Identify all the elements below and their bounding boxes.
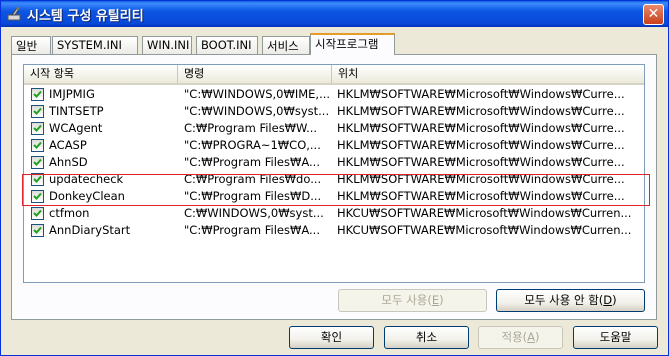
checkmark-icon	[33, 90, 42, 98]
highlight-box	[22, 174, 650, 206]
startup-item-command: C:₩Program Files₩W...	[184, 121, 318, 135]
tab-label: BOOT.INI	[201, 38, 252, 52]
list-item[interactable]: AnnDiaryStart "C:₩Program Files₩A... HKCU₩…	[24, 222, 644, 239]
list-item[interactable]: ctfmon C:₩WINDOWS,0₩syst... HKCU₩SOFTWARE₩…	[24, 205, 644, 222]
list-item[interactable]: TINTSETP "C:₩WINDOWS,0₩syst... HKLM₩SOFTWA…	[24, 103, 644, 120]
startup-item-command: "C:₩WINDOWS,0₩IME,...	[184, 87, 329, 101]
startup-item-name: ctfmon	[49, 206, 90, 220]
tab-label: SYSTEM.INI	[57, 38, 122, 52]
checkbox[interactable]	[31, 122, 44, 135]
list-item[interactable]: IMJPMIG "C:₩WINDOWS,0₩IME,... HKLM₩SOFTWAR…	[24, 86, 644, 103]
button-hotkey: A	[527, 330, 536, 344]
checkbox[interactable]	[31, 105, 44, 118]
tab-label: WIN.INI	[147, 38, 190, 52]
button-label: 모두 사용 안 함(	[524, 293, 604, 307]
startup-item-command: "C:₩PROGRA~1₩CO,...	[184, 138, 321, 152]
startup-item-location: HKLM₩SOFTWARE₩Microsoft₩Windows₩Curre...	[337, 87, 625, 101]
button-label: 취소	[415, 330, 438, 344]
button-label-tail: )	[439, 293, 444, 307]
list-item[interactable]: ACASP "C:₩PROGRA~1₩CO,... HKLM₩SOFTWARE₩Mi…	[24, 137, 644, 154]
tab-system-ini[interactable]: SYSTEM.INI	[52, 36, 138, 54]
checkmark-icon	[33, 158, 42, 166]
list-item[interactable]: WCAgent C:₩Program Files₩W... HKLM₩SOFTWAR…	[24, 120, 644, 137]
startup-item-command: "C:₩WINDOWS,0₩syst...	[184, 104, 329, 118]
startup-item-name: TINTSETP	[49, 104, 104, 118]
ok-button[interactable]: 확인	[289, 326, 374, 349]
tab-services[interactable]: 서비스	[262, 36, 310, 54]
startup-item-location: HKCU₩SOFTWARE₩Microsoft₩Windows₩Curren..…	[337, 223, 632, 237]
startup-item-location: HKLM₩SOFTWARE₩Microsoft₩Windows₩Curre...	[337, 138, 625, 152]
cancel-button[interactable]: 취소	[384, 326, 469, 349]
startup-item-location: HKLM₩SOFTWARE₩Microsoft₩Windows₩Curre...	[337, 104, 625, 118]
startup-item-command: C:₩WINDOWS,0₩syst...	[184, 206, 324, 220]
tab-label: 일반	[16, 39, 38, 53]
checkbox[interactable]	[31, 88, 44, 101]
disable-all-button[interactable]: 모두 사용 안 함(D)	[496, 289, 645, 312]
startup-item-name: IMJPMIG	[49, 87, 95, 101]
startup-item-command: "C:₩Program Files₩A...	[184, 223, 320, 237]
column-header-location[interactable]: 위치	[331, 65, 644, 83]
window-title: 시스템 구성 유틸리티	[27, 9, 144, 24]
tab-startup[interactable]: 시작프로그램	[310, 33, 395, 55]
checkbox[interactable]	[31, 207, 44, 220]
tab-win-ini[interactable]: WIN.INI	[142, 36, 192, 54]
button-label: 모두 사용(	[381, 293, 432, 307]
tab-label: 시작프로그램	[315, 37, 379, 51]
checkmark-icon	[33, 124, 42, 132]
startup-item-location: HKCU₩SOFTWARE₩Microsoft₩Windows₩Curren..…	[337, 206, 632, 220]
button-hotkey: D	[603, 293, 613, 307]
close-icon: ✕	[647, 6, 660, 22]
tab-label: 서비스	[267, 39, 299, 53]
column-header-startup-item[interactable]: 시작 항목	[24, 65, 177, 83]
title-bar[interactable]: 시스템 구성 유틸리티 ✕	[1, 1, 668, 27]
help-button[interactable]: 도움말	[573, 326, 658, 349]
startup-item-location: HKLM₩SOFTWARE₩Microsoft₩Windows₩Curre...	[337, 121, 625, 135]
checkmark-icon	[33, 226, 42, 234]
startup-item-name: ACASP	[49, 138, 87, 152]
startup-item-name: AnnDiaryStart	[49, 223, 131, 237]
close-button[interactable]: ✕	[643, 4, 664, 25]
startup-item-name: WCAgent	[49, 121, 103, 135]
apply-button[interactable]: 적용(A)	[478, 326, 563, 349]
checkbox[interactable]	[31, 224, 44, 237]
column-header-command[interactable]: 명령	[177, 65, 331, 83]
enable-all-button[interactable]: 모두 사용(E)	[338, 289, 487, 312]
app-icon	[7, 6, 23, 22]
startup-item-command: "C:₩Program Files₩A...	[184, 155, 320, 169]
system-config-window: 시스템 구성 유틸리티 ✕ 일반 SYSTEM.INI WIN.INI BOOT…	[0, 0, 669, 356]
list-item[interactable]: AhnSD "C:₩Program Files₩A... HKLM₩SOFTWARE…	[24, 154, 644, 171]
checkmark-icon	[33, 107, 42, 115]
checkbox[interactable]	[31, 156, 44, 169]
checkmark-icon	[33, 209, 42, 217]
button-label: 도움말	[599, 330, 632, 344]
button-label-tail: )	[612, 293, 617, 307]
tab-boot-ini[interactable]: BOOT.INI	[196, 36, 258, 54]
button-label: 확인	[320, 330, 343, 344]
startup-item-location: HKLM₩SOFTWARE₩Microsoft₩Windows₩Curre...	[337, 155, 625, 169]
button-label-tail: )	[535, 330, 540, 344]
checkbox[interactable]	[31, 139, 44, 152]
button-label: 적용(	[501, 330, 528, 344]
tab-general[interactable]: 일반	[11, 36, 51, 54]
checkmark-icon	[33, 141, 42, 149]
startup-item-name: AhnSD	[49, 155, 88, 169]
list-header: 시작 항목 명령 위치	[24, 65, 644, 85]
